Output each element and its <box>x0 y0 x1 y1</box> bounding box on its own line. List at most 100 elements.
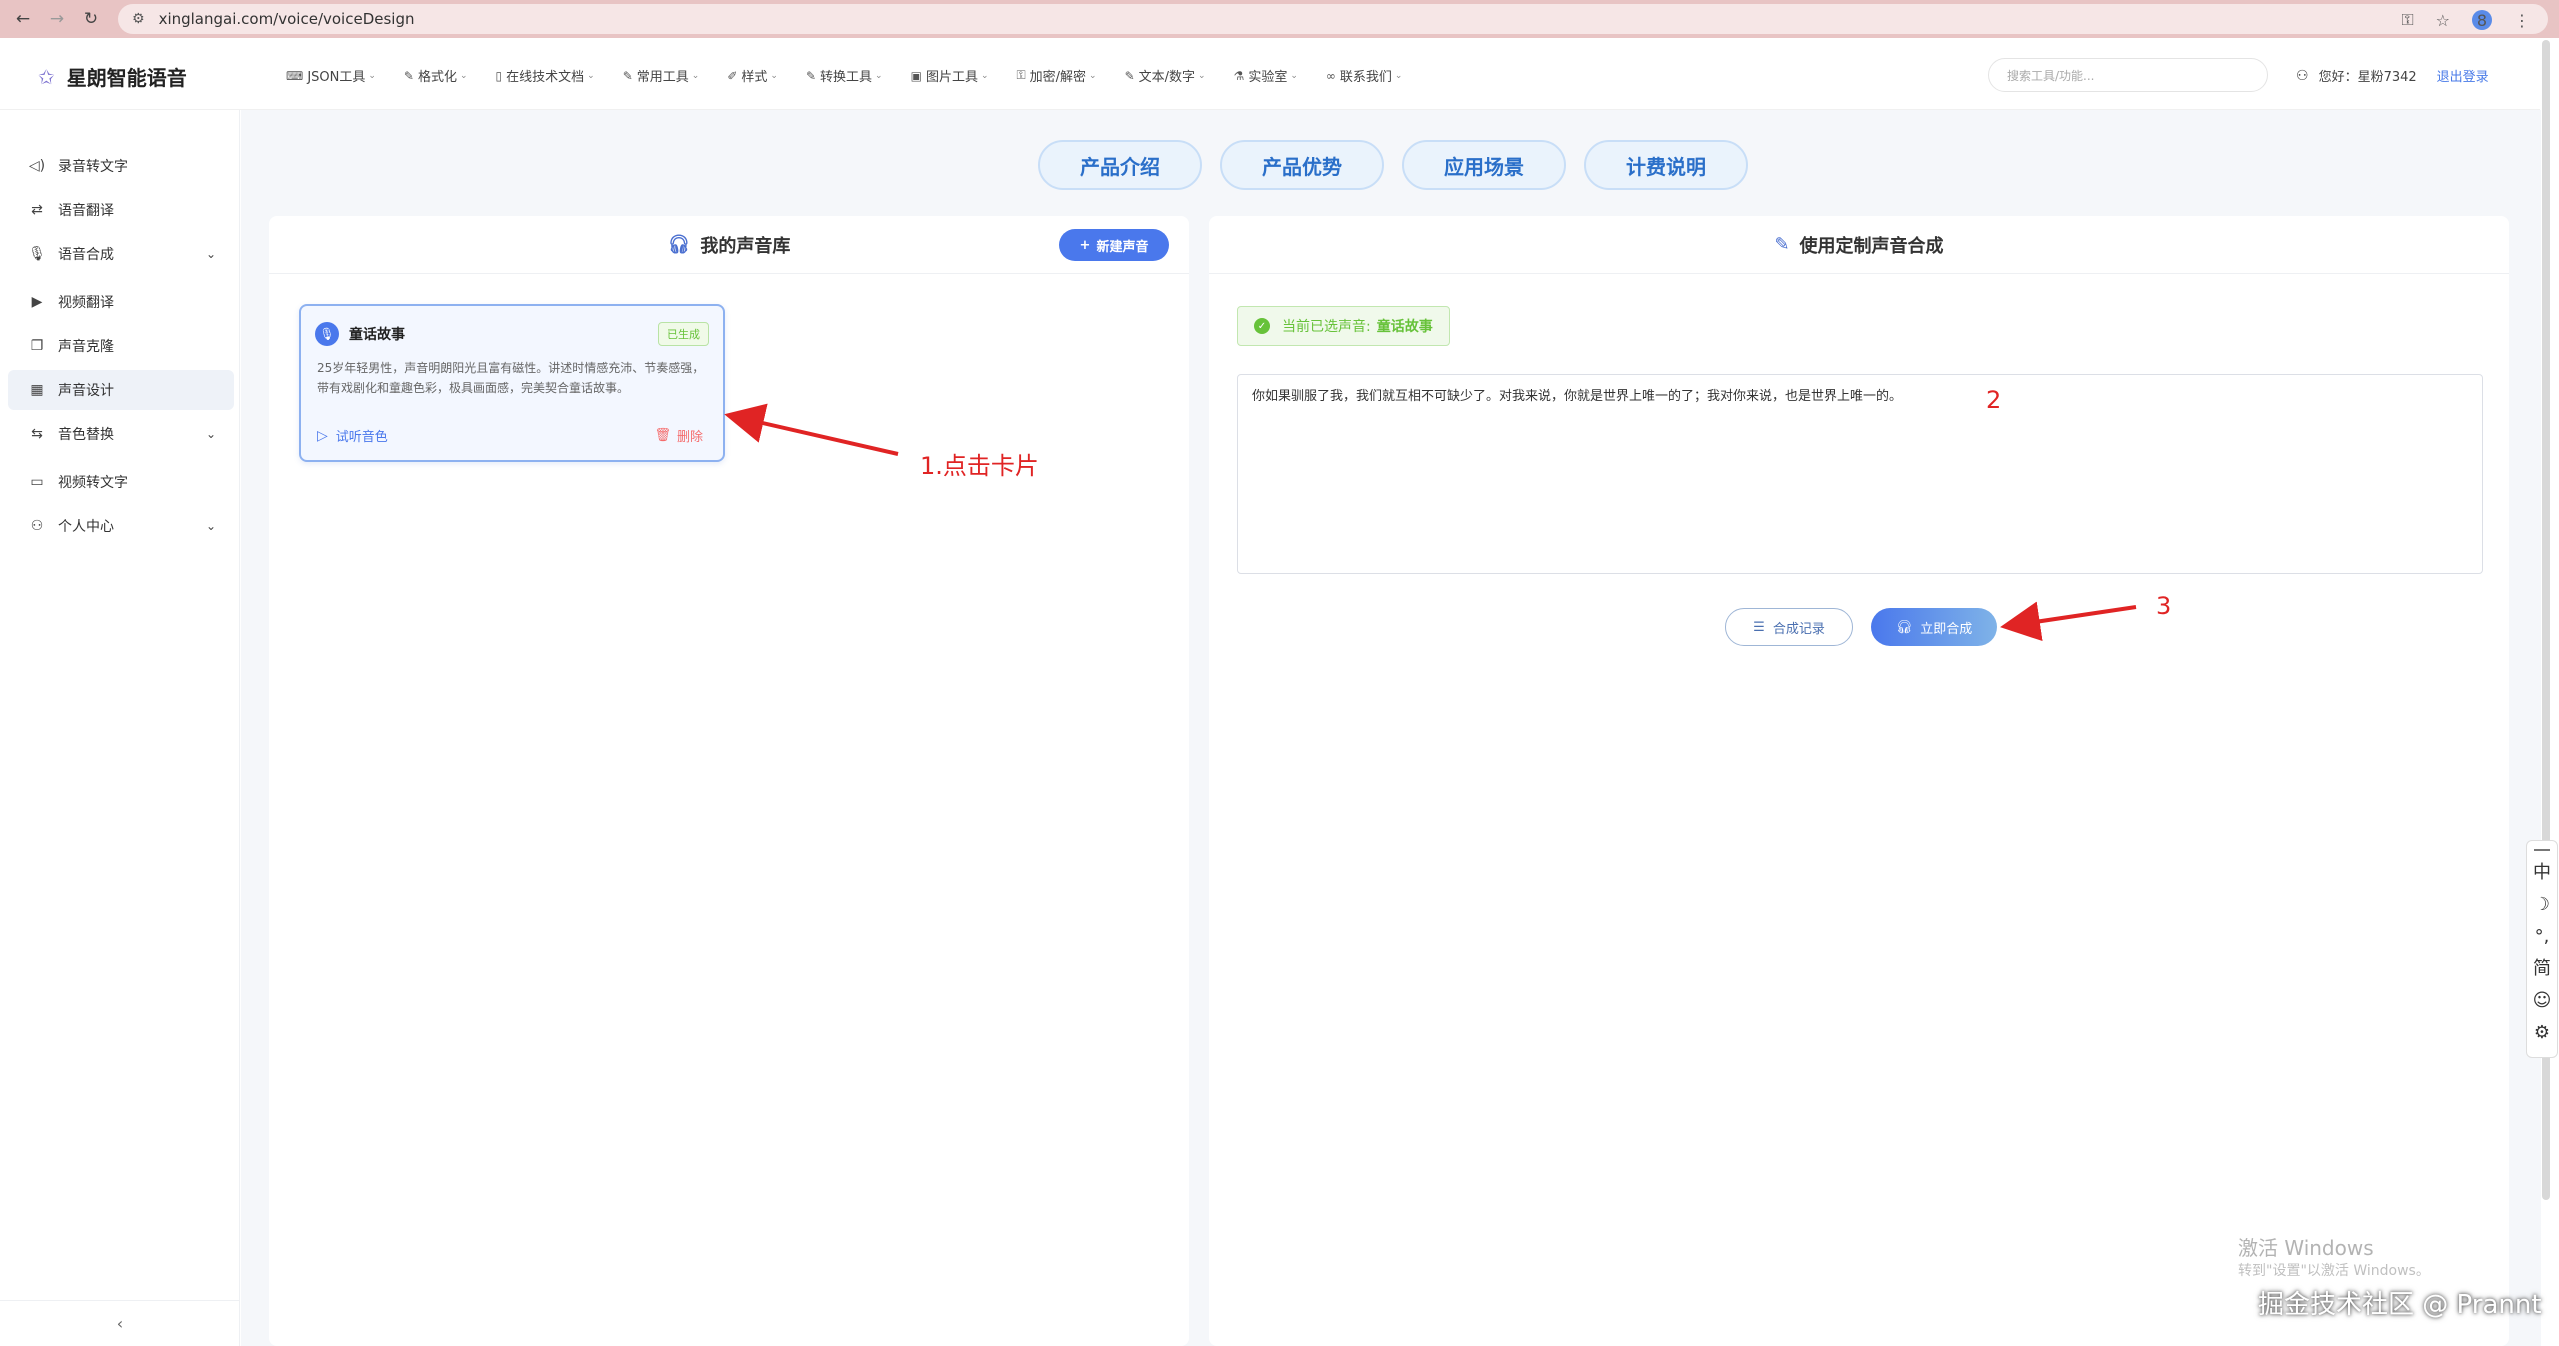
menu-item-6[interactable]: ▣ 图片工具 ⌄ <box>911 66 989 86</box>
microphone-icon: 🎙︎ <box>315 322 339 346</box>
brand[interactable]: ✩ 星朗智能语音 <box>38 62 187 91</box>
sidebar-item-5[interactable]: ▦ 声音设计 <box>8 370 234 410</box>
ime-handle[interactable] <box>2534 849 2550 851</box>
ime-button-3[interactable]: 简 <box>2533 953 2551 985</box>
ime-button-0[interactable]: 中 <box>2533 857 2551 889</box>
tab-1[interactable]: 产品优势 <box>1220 140 1384 190</box>
chevron-down-icon[interactable]: ⌄ <box>206 519 216 533</box>
delete-label: 删除 <box>676 430 703 445</box>
voice-card-name: 童话故事 <box>349 327 405 343</box>
logout-link[interactable]: 退出登录 <box>2437 66 2489 85</box>
sidebar-item-label: 语音翻译 <box>58 203 114 219</box>
delete-button[interactable]: 🗑︎ 删除 <box>654 426 703 445</box>
ime-toolbar[interactable]: 中 ☽ °, 简 ☺ ⚙ <box>2526 840 2558 1058</box>
user-icon: ⚇ <box>2296 67 2309 84</box>
sidebar-item-1[interactable]: ⇄ 语音翻译 <box>8 190 234 230</box>
video-text-icon: ▭ <box>30 474 44 490</box>
voice-library-panel: 🎧︎ 我的声音库 + 新建声音 🎙︎ 童话故事 已生成 25岁年轻男性，声音明朗… <box>269 216 1189 1346</box>
lock-icon: ⚿ <box>1016 68 1026 82</box>
forward-icon[interactable]: → <box>46 8 68 30</box>
headphones-icon: 🎧︎ <box>1895 619 1913 635</box>
synthesize-button[interactable]: 🎧︎ 立即合成 <box>1871 608 1997 646</box>
chevron-down-icon: ⌄ <box>980 70 989 81</box>
pen-icon: ✎ <box>1774 234 1790 255</box>
site-info-icon[interactable]: ⚙ <box>132 11 145 27</box>
menu-item-5[interactable]: ✎ 转换工具 ⌄ <box>805 66 883 86</box>
headphones-icon: 🎧︎ <box>667 234 691 255</box>
browser-toolbar: ← → ↻ ⚙ xinglangai.com/voice/voiceDesign… <box>0 0 2559 38</box>
ime-button-4[interactable]: ☺ <box>2533 985 2552 1017</box>
back-icon[interactable]: ← <box>12 8 34 30</box>
menu-item-label: 图片工具 <box>925 70 978 85</box>
sidebar-item-3[interactable]: ▶ 视频翻译 <box>8 282 234 322</box>
new-voice-label: 新建声音 <box>1096 239 1149 255</box>
url-text: xinglangai.com/voice/voiceDesign <box>158 10 415 28</box>
menu-item-label: 在线技术文档 <box>506 70 585 85</box>
sidebar-item-0[interactable]: ◁) 录音转文字 <box>8 146 234 186</box>
reload-icon[interactable]: ↻ <box>80 8 102 30</box>
ime-button-2[interactable]: °, <box>2535 921 2550 953</box>
ime-button-5[interactable]: ⚙ <box>2534 1017 2550 1049</box>
windows-activation-title: 激活 Windows <box>2238 1236 2374 1260</box>
menu-item-1[interactable]: ✎ 格式化 ⌄ <box>404 66 468 86</box>
menu-item-label: 加密/解密 <box>1029 70 1087 85</box>
menu-item-label: 实验室 <box>1248 70 1288 85</box>
sidebar-item-label: 音色替换 <box>58 427 114 443</box>
selected-voice-tag: ✓ 当前已选声音: 童话故事 <box>1237 306 1450 346</box>
credit-watermark: 掘金技术社区 @ Prannt <box>2258 1290 2542 1320</box>
bookmark-star-icon[interactable]: ☆ <box>2436 11 2450 30</box>
sidebar: ‹ ◁) 录音转文字 ⇄ 语音翻译 🎙︎ 语音合成 ⌄ ▶ 视频翻译 ❐ 声音克隆 ▦ 声音设计 ⇆ 音色替… <box>0 110 240 1346</box>
menu-item-10[interactable]: ∞ 联系我们 ⌄ <box>1326 66 1403 86</box>
annotation-step1: 1.点击卡片 <box>920 452 1039 480</box>
sidebar-item-6[interactable]: ⇆ 音色替换 ⌄ <box>8 414 234 454</box>
menu-item-7[interactable]: ⚿ 加密/解密 ⌄ <box>1017 66 1097 85</box>
edit-icon: ✎ <box>805 68 817 83</box>
chevron-down-icon: ⌄ <box>460 70 468 81</box>
address-bar[interactable]: ⚙ xinglangai.com/voice/voiceDesign ⚿ ☆ 8… <box>118 4 2548 34</box>
menu-item-9[interactable]: ⚗ 实验室 ⌄ <box>1234 66 1298 86</box>
profile-avatar[interactable]: 8 <box>2472 10 2492 30</box>
chevron-down-icon[interactable]: ⌄ <box>206 247 216 261</box>
menu-item-label: JSON工具 <box>307 70 366 85</box>
translate-icon: ⇄ <box>31 202 43 218</box>
play-circle-icon: ▷ <box>317 427 328 444</box>
tab-2[interactable]: 应用场景 <box>1402 140 1566 190</box>
menu-item-4[interactable]: ✐ 样式 ⌄ <box>727 66 778 86</box>
chevron-down-icon: ⌄ <box>691 70 700 81</box>
ime-button-1[interactable]: ☽ <box>2534 889 2550 921</box>
chevron-down-icon: ⌄ <box>587 70 595 81</box>
sidebar-item-label: 视频翻译 <box>58 295 114 311</box>
plus-icon: + <box>1079 237 1091 253</box>
design-icon: ▦ <box>30 382 44 398</box>
sidebar-item-label: 语音合成 <box>58 247 114 263</box>
sidebar-item-label: 声音设计 <box>58 383 114 399</box>
search-input[interactable]: 搜索工具/功能... <box>1988 58 2268 92</box>
new-voice-button[interactable]: + 新建声音 <box>1059 229 1169 261</box>
voice-card[interactable]: 🎙︎ 童话故事 已生成 25岁年轻男性，声音明朗阳光且富有磁性。讲述时情感充沛、… <box>299 304 725 462</box>
library-header: 🎧︎ 我的声音库 + 新建声音 <box>269 216 1189 274</box>
edit-icon: ✎ <box>622 68 633 83</box>
password-key-icon[interactable]: ⚿ <box>2401 10 2413 30</box>
menu-item-2[interactable]: ▯ 在线技术文档 ⌄ <box>496 66 595 86</box>
chevron-down-icon: ⌄ <box>368 70 376 81</box>
menu-item-label: 联系我们 <box>1339 70 1392 85</box>
menu-item-3[interactable]: ✎ 常用工具 ⌄ <box>622 66 700 86</box>
browser-menu-icon[interactable]: ⋮ <box>2514 11 2530 30</box>
sidebar-item-8[interactable]: ⚇ 个人中心 ⌄ <box>8 506 234 546</box>
chevron-down-icon[interactable]: ⌄ <box>206 427 216 441</box>
synthesize-label: 立即合成 <box>1920 621 1973 637</box>
menu-item-0[interactable]: ⌨ JSON工具 ⌄ <box>286 66 376 86</box>
tab-row: 产品介绍 产品优势 应用场景 计费说明 <box>1038 140 1748 190</box>
menu-item-8[interactable]: ✎ 文本/数字 ⌄ <box>1125 66 1206 86</box>
tab-3[interactable]: 计费说明 <box>1584 140 1748 190</box>
sidebar-item-label: 录音转文字 <box>58 159 128 175</box>
listen-button[interactable]: ▷ 试听音色 <box>317 426 388 446</box>
history-button[interactable]: ☰ 合成记录 <box>1725 608 1853 646</box>
tab-0[interactable]: 产品介绍 <box>1038 140 1202 190</box>
sidebar-item-4[interactable]: ❐ 声音克隆 <box>8 326 234 366</box>
swap-icon: ⇆ <box>31 426 43 442</box>
sidebar-item-2[interactable]: 🎙︎ 语音合成 ⌄ <box>8 234 234 274</box>
synthesis-text-input[interactable]: 你如果驯服了我，我们就互相不可缺少了。对我来说，你就是世界上唯一的了；我对你来说… <box>1237 374 2483 574</box>
sidebar-item-7[interactable]: ▭ 视频转文字 <box>8 462 234 502</box>
collapse-sidebar-icon[interactable]: ‹ <box>0 1300 240 1346</box>
